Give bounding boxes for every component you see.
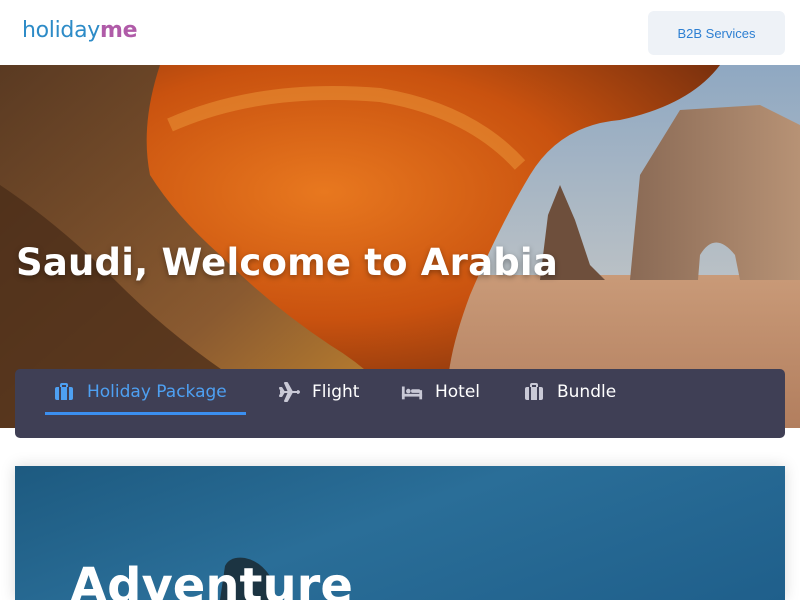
adventure-banner[interactable]: Adventure	[15, 466, 785, 600]
site-header: holidayme B2B Services	[0, 0, 800, 65]
plane-icon	[278, 381, 300, 403]
search-tabs-bar: Holiday Package Flight Hotel Bundle	[15, 369, 785, 438]
bed-icon	[401, 381, 423, 403]
holidayme-logo[interactable]: holidayme	[22, 18, 138, 43]
suitcase-icon	[53, 381, 75, 403]
logo-text-me: me	[100, 18, 138, 43]
adventure-title: Adventure	[70, 558, 353, 600]
tab-holiday-package[interactable]: Holiday Package	[45, 369, 246, 415]
tab-label: Holiday Package	[87, 382, 227, 402]
tab-label: Hotel	[435, 382, 481, 402]
tab-label: Bundle	[557, 382, 617, 402]
b2b-services-button[interactable]: B2B Services	[648, 11, 785, 55]
tab-bundle[interactable]: Bundle	[523, 369, 616, 415]
hero-title: Saudi, Welcome to Arabia	[16, 241, 558, 284]
tab-flight[interactable]: Flight	[278, 369, 359, 415]
logo-text-holiday: holiday	[22, 18, 100, 43]
tab-hotel[interactable]: Hotel	[401, 369, 480, 415]
briefcase-icon	[523, 381, 545, 403]
tab-label: Flight	[312, 382, 360, 402]
